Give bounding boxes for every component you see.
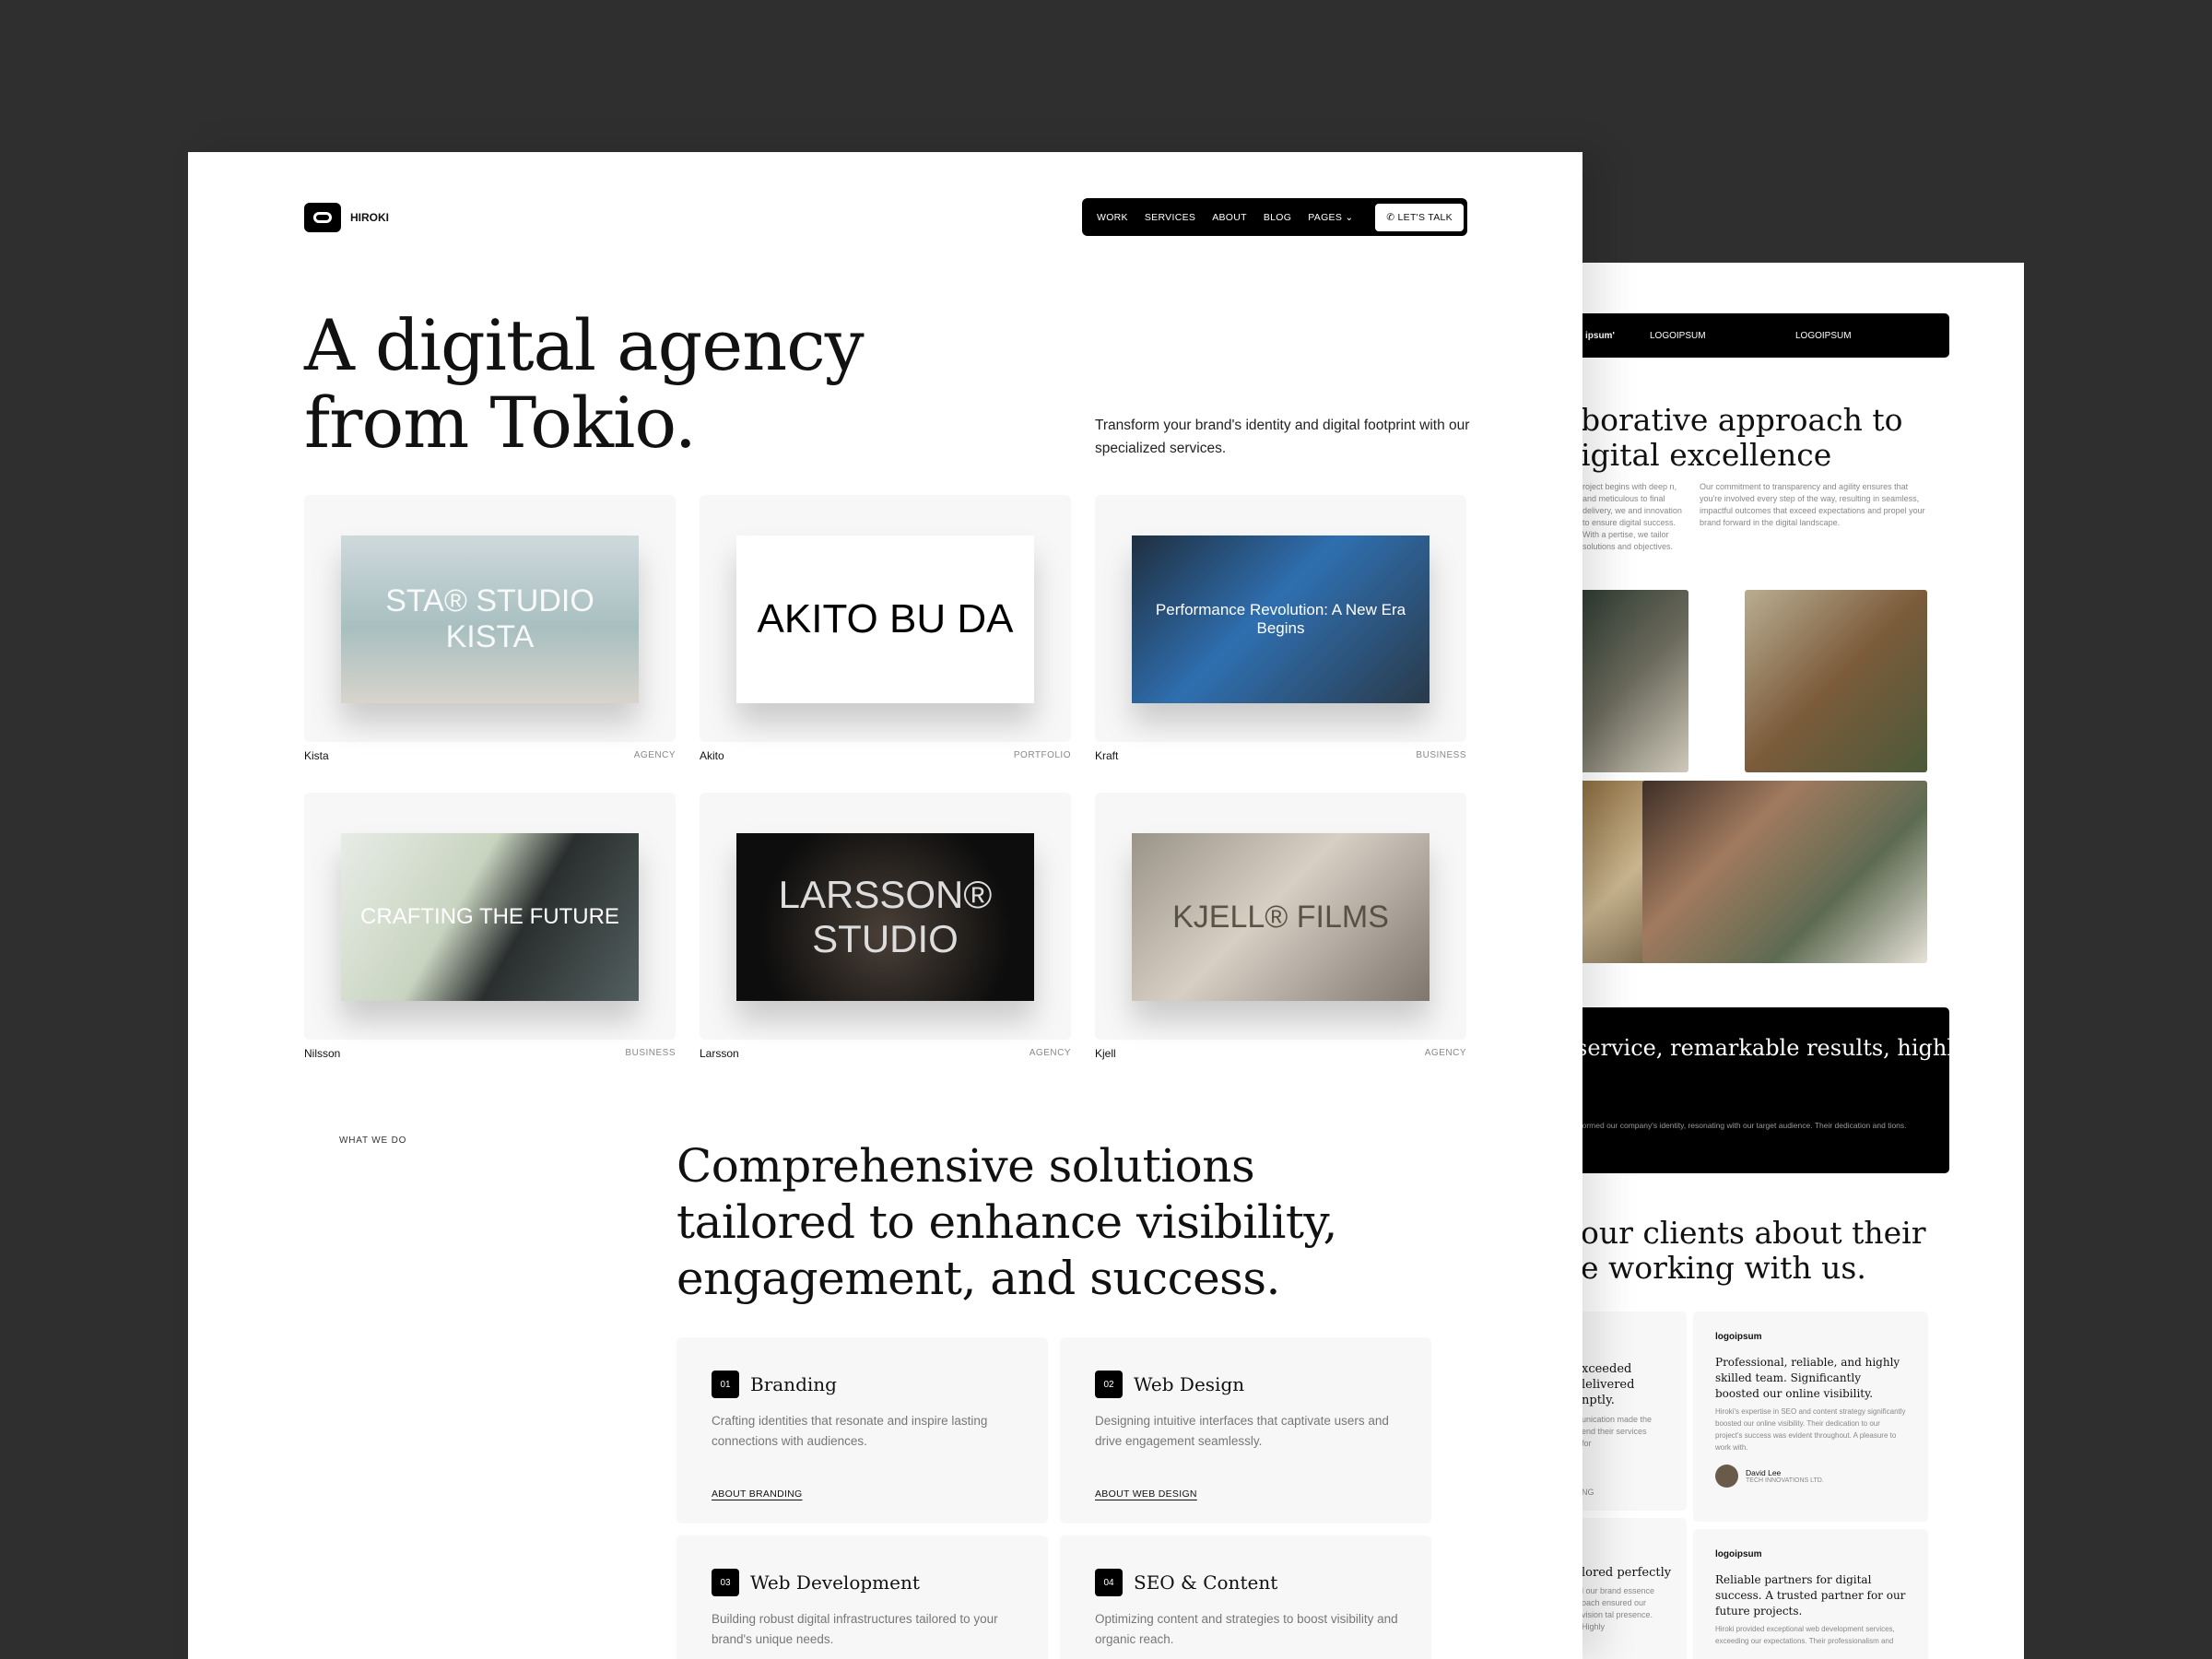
main-page: HIROKI WORK SERVICES ABOUT BLOG PAGES ⌄ … bbox=[188, 152, 1583, 1659]
testimonial-card: lored perfectly l our brand essence oach… bbox=[1576, 1518, 1687, 1659]
approach-text-right: Our commitment to transparency and agili… bbox=[1700, 482, 1925, 527]
project-card-larsson[interactable]: LARSSON® STUDIO bbox=[700, 793, 1071, 1040]
lets-talk-button[interactable]: ✆ LET'S TALK bbox=[1375, 203, 1464, 231]
service-card: 04 SEO & Content Optimizing content and st… bbox=[1060, 1535, 1431, 1659]
service-card: 02 Web Design Designing intuitive interfac… bbox=[1060, 1337, 1431, 1524]
service-description: Optimizing content and strategies to boo… bbox=[1095, 1612, 1398, 1646]
approach-text-left: roject begins with deep n, and meticulou… bbox=[1583, 482, 1682, 551]
client-logo: logoipsum bbox=[1715, 1332, 1762, 1342]
service-link[interactable]: ABOUT WEB DESIGN bbox=[1095, 1488, 1197, 1500]
service-number: 02 bbox=[1095, 1371, 1123, 1398]
nav-services[interactable]: SERVICES bbox=[1145, 212, 1195, 223]
project-category: BUSINESS bbox=[1416, 750, 1466, 760]
nav-about[interactable]: ABOUT bbox=[1212, 212, 1247, 223]
project-category: PORTFOLIO bbox=[1013, 750, 1071, 760]
nav-pages[interactable]: PAGES ⌄ bbox=[1308, 212, 1353, 223]
project-category: AGENCY bbox=[633, 750, 676, 760]
project-name[interactable]: Akito bbox=[700, 749, 724, 762]
project-name[interactable]: Larsson bbox=[700, 1047, 739, 1060]
project-preview-image: KJELL® FILMS bbox=[1132, 833, 1430, 1001]
project-name[interactable]: Nilsson bbox=[304, 1047, 340, 1060]
team-photo bbox=[1576, 590, 1688, 772]
phone-icon: ✆ bbox=[1386, 211, 1395, 223]
team-photo bbox=[1745, 590, 1927, 772]
service-description: Crafting identities that resonate and in… bbox=[712, 1414, 988, 1448]
service-link[interactable]: ABOUT BRANDING bbox=[712, 1488, 803, 1500]
logo-icon[interactable] bbox=[304, 203, 341, 232]
project-category: AGENCY bbox=[1424, 1048, 1466, 1058]
project-name[interactable]: Kjell bbox=[1095, 1047, 1116, 1060]
project-card-nilsson[interactable]: CRAFTING THE FUTURE bbox=[304, 793, 676, 1040]
clients-heading: our clients about their e working with us… bbox=[1581, 1215, 1926, 1286]
testimonial-card: logoipsum Reliable partners for digital … bbox=[1693, 1529, 1928, 1659]
testimonial-highlight: service, remarkable results, highly led.… bbox=[1576, 1007, 2024, 1173]
service-card: 03 Web Development Building robust digital… bbox=[677, 1535, 1048, 1659]
service-description: Designing intuitive interfaces that capt… bbox=[1095, 1414, 1389, 1448]
chevron-down-icon: ⌄ bbox=[1345, 211, 1354, 223]
service-card: 01 Branding Crafting identities that reson… bbox=[677, 1337, 1048, 1524]
project-card-kista[interactable]: STA® STUDIO KISTA bbox=[304, 495, 676, 742]
testimonial-card: xceeded lelivered nptly. unication made … bbox=[1576, 1312, 1687, 1511]
testimonial-card: logoipsum Professional, reliable, and hi… bbox=[1693, 1312, 1928, 1522]
nav-blog[interactable]: BLOG bbox=[1264, 212, 1291, 223]
project-preview-image: Performance Revolution: A New Era Begins bbox=[1132, 535, 1430, 703]
project-category: AGENCY bbox=[1029, 1048, 1071, 1058]
brand-name[interactable]: HIROKI bbox=[350, 211, 389, 224]
team-photo bbox=[1642, 781, 1927, 963]
service-number: 04 bbox=[1095, 1569, 1123, 1596]
service-title: Web Development bbox=[750, 1571, 920, 1594]
client-logo: LOGOIPSUM bbox=[1650, 331, 1706, 341]
service-number: 03 bbox=[712, 1569, 739, 1596]
project-card-akito[interactable]: AKITO BU DA bbox=[700, 495, 1071, 742]
client-logo: LOGOIPSUM bbox=[1795, 331, 1852, 341]
project-preview-image: LARSSON® STUDIO bbox=[736, 833, 1034, 1001]
project-preview-image: CRAFTING THE FUTURE bbox=[341, 833, 639, 1001]
project-card-kraft[interactable]: Performance Revolution: A New Era Begins bbox=[1095, 495, 1466, 742]
client-logo: logoipsum bbox=[1715, 1549, 1762, 1559]
project-preview-image: STA® STUDIO KISTA bbox=[341, 535, 639, 703]
project-name[interactable]: Kraft bbox=[1095, 749, 1118, 762]
client-logo: ipsum' bbox=[1585, 331, 1615, 341]
project-card-kjell[interactable]: KJELL® FILMS bbox=[1095, 793, 1466, 1040]
nav-work[interactable]: WORK bbox=[1097, 212, 1128, 223]
service-title: SEO & Content bbox=[1134, 1571, 1278, 1594]
service-description: Building robust digital infrastructures … bbox=[712, 1612, 998, 1646]
service-number: 01 bbox=[712, 1371, 739, 1398]
project-category: BUSINESS bbox=[625, 1048, 676, 1058]
avatar bbox=[1715, 1465, 1738, 1488]
section-label: WHAT WE DO bbox=[339, 1135, 407, 1146]
hero-title: A digital agency from Tokio. bbox=[304, 304, 865, 464]
service-title: Branding bbox=[750, 1373, 837, 1395]
nav-bar: WORK SERVICES ABOUT BLOG PAGES ⌄ ✆ LET'S… bbox=[1082, 198, 1467, 236]
service-title: Web Design bbox=[1134, 1373, 1245, 1395]
hero-subtitle: Transform your brand's identity and digi… bbox=[1095, 418, 1470, 456]
approach-heading: borative approach to igital excellence bbox=[1581, 402, 1903, 473]
project-preview-image: AKITO BU DA bbox=[736, 535, 1034, 703]
services-heading: Comprehensive solutions tailored to enha… bbox=[677, 1139, 1337, 1305]
project-name[interactable]: Kista bbox=[304, 749, 329, 762]
